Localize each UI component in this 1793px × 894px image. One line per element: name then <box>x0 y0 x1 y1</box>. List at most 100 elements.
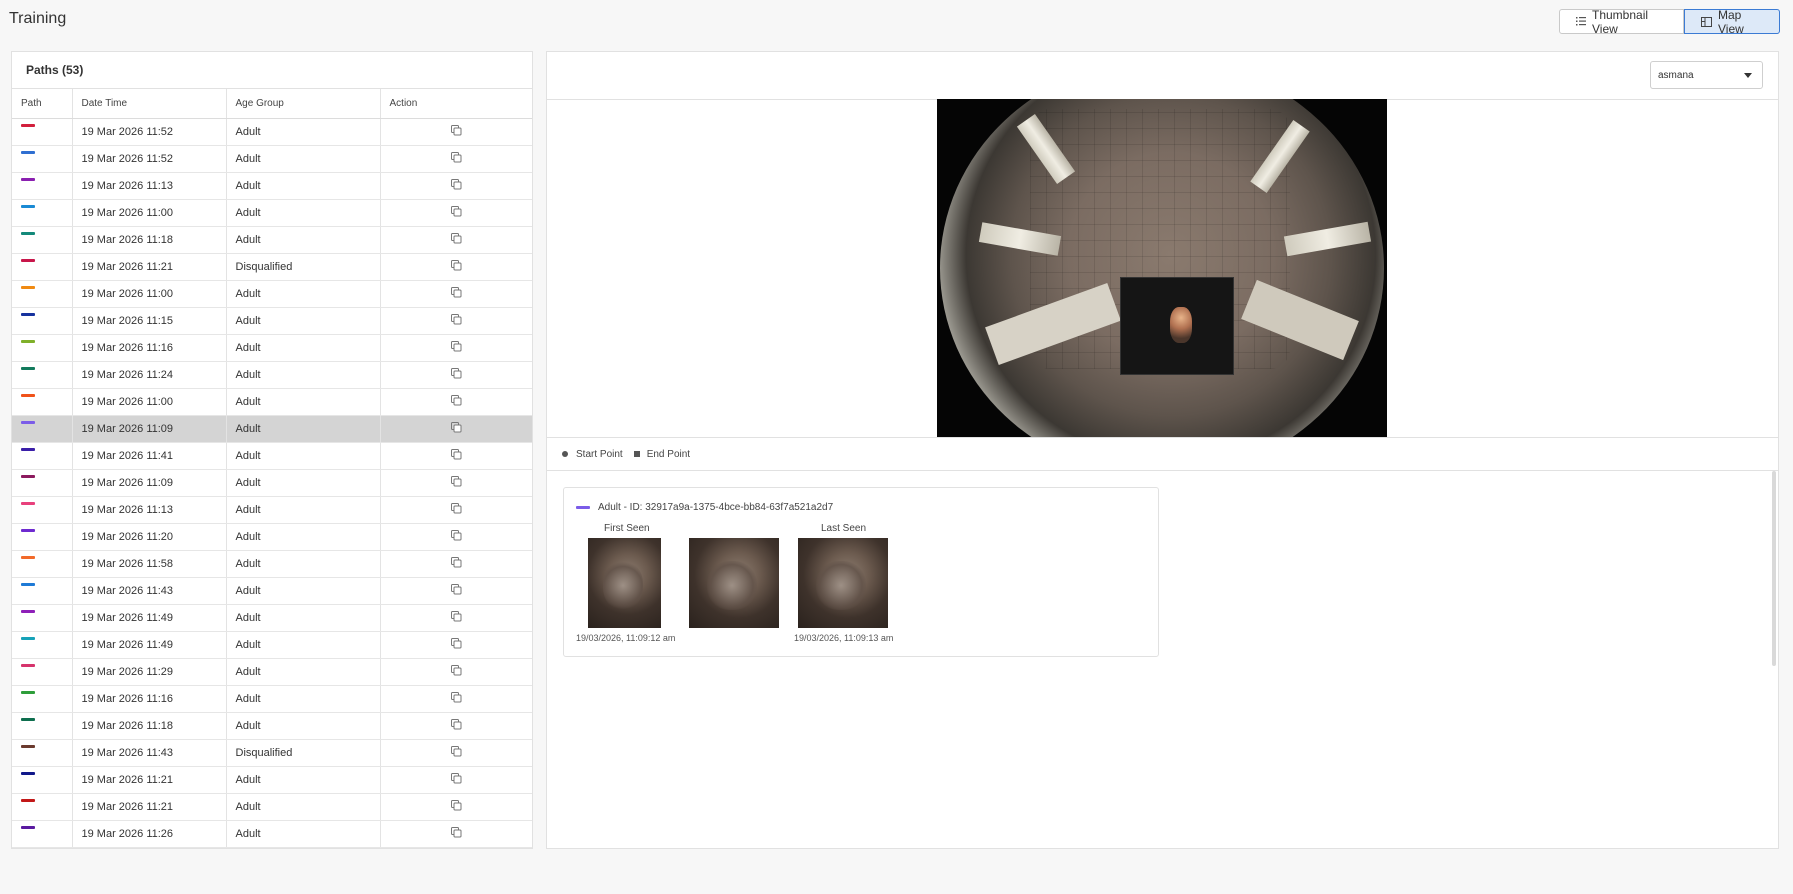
counter <box>1241 279 1359 361</box>
table-row[interactable]: 19 Mar 2026 11:43 Disqualified <box>12 739 532 767</box>
column-header-action: Action <box>380 89 532 119</box>
copy-icon[interactable] <box>450 638 462 652</box>
table-row[interactable]: 19 Mar 2026 11:18 Adult <box>12 712 532 740</box>
pillar <box>1250 120 1310 193</box>
copy-icon[interactable] <box>450 341 462 355</box>
copy-icon[interactable] <box>450 287 462 301</box>
table-row[interactable]: 19 Mar 2026 11:00 Adult <box>12 199 532 227</box>
copy-icon[interactable] <box>450 665 462 679</box>
date-time-cell: 19 Mar 2026 11:09 <box>72 469 227 497</box>
camera-select[interactable]: asmana <box>1650 61 1763 89</box>
path-color-cell <box>12 631 73 659</box>
table-row[interactable]: 19 Mar 2026 11:09 Adult <box>12 415 532 443</box>
copy-icon[interactable] <box>450 179 462 193</box>
table-row[interactable]: 19 Mar 2026 11:09 Adult <box>12 469 532 497</box>
table-row[interactable]: 19 Mar 2026 11:00 Adult <box>12 388 532 416</box>
table-row[interactable]: 19 Mar 2026 11:43 Adult <box>12 577 532 605</box>
path-line-icon <box>21 826 35 829</box>
copy-icon[interactable] <box>450 476 462 490</box>
last-seen-thumbnail[interactable] <box>798 538 888 628</box>
copy-icon[interactable] <box>450 260 462 274</box>
paths-panel: Paths (53) Path Date Time Age Group Acti… <box>11 51 533 849</box>
table-row[interactable]: 19 Mar 2026 11:49 Adult <box>12 631 532 659</box>
table-row[interactable]: 19 Mar 2026 11:16 Adult <box>12 334 532 362</box>
date-time-cell: 19 Mar 2026 11:20 <box>72 523 227 551</box>
copy-icon[interactable] <box>450 422 462 436</box>
action-cell <box>380 361 532 389</box>
path-color-line <box>576 506 590 509</box>
copy-icon[interactable] <box>450 611 462 625</box>
table-row[interactable]: 19 Mar 2026 11:49 Adult <box>12 604 532 632</box>
column-header-date-time[interactable]: Date Time <box>72 89 227 119</box>
path-color-cell <box>12 172 73 200</box>
paths-table: Path Date Time Age Group Action 19 Mar 2… <box>12 89 532 848</box>
path-color-cell <box>12 739 73 767</box>
camera-map-image[interactable] <box>937 99 1387 437</box>
date-time-cell: 19 Mar 2026 11:18 <box>72 226 227 254</box>
first-seen-thumbnail[interactable] <box>588 538 661 628</box>
copy-icon[interactable] <box>450 773 462 787</box>
date-time-cell: 19 Mar 2026 11:26 <box>72 820 227 848</box>
table-row[interactable]: 19 Mar 2026 11:52 Adult <box>12 118 532 146</box>
copy-icon[interactable] <box>450 503 462 517</box>
copy-icon[interactable] <box>450 449 462 463</box>
copy-icon[interactable] <box>450 152 462 166</box>
age-group-cell: Disqualified <box>226 739 381 767</box>
copy-icon[interactable] <box>450 206 462 220</box>
path-color-cell <box>12 361 73 389</box>
column-header-path[interactable]: Path <box>12 89 73 119</box>
date-time-cell: 19 Mar 2026 11:21 <box>72 766 227 794</box>
track-thumbnail[interactable] <box>689 538 779 628</box>
copy-icon[interactable] <box>450 719 462 733</box>
copy-icon[interactable] <box>450 584 462 598</box>
detail-scrollbar[interactable] <box>1772 471 1776 666</box>
action-cell <box>380 469 532 497</box>
table-row[interactable]: 19 Mar 2026 11:21 Adult <box>12 766 532 794</box>
pillar <box>1016 114 1076 184</box>
copy-icon[interactable] <box>450 827 462 841</box>
table-row[interactable]: 19 Mar 2026 11:21 Adult <box>12 793 532 821</box>
table-row[interactable]: 19 Mar 2026 11:21 Disqualified <box>12 253 532 281</box>
pillar <box>1283 221 1372 257</box>
copy-icon[interactable] <box>450 368 462 382</box>
table-row[interactable]: 19 Mar 2026 11:26 Adult <box>12 820 532 848</box>
copy-icon[interactable] <box>450 530 462 544</box>
map-icon <box>1701 16 1712 27</box>
action-cell <box>380 631 532 659</box>
date-time-cell: 19 Mar 2026 11:52 <box>72 118 227 146</box>
map-view-button[interactable]: Map View <box>1684 8 1780 36</box>
table-row[interactable]: 19 Mar 2026 11:13 Adult <box>12 496 532 524</box>
copy-icon[interactable] <box>450 314 462 328</box>
table-row[interactable]: 19 Mar 2026 11:52 Adult <box>12 145 532 173</box>
age-group-cell: Adult <box>226 307 381 335</box>
copy-icon[interactable] <box>450 233 462 247</box>
path-line-icon <box>21 475 35 478</box>
table-row[interactable]: 19 Mar 2026 11:29 Adult <box>12 658 532 686</box>
table-row[interactable]: 19 Mar 2026 11:15 Adult <box>12 307 532 335</box>
table-row[interactable]: 19 Mar 2026 11:13 Adult <box>12 172 532 200</box>
copy-icon[interactable] <box>450 746 462 760</box>
table-row[interactable]: 19 Mar 2026 11:41 Adult <box>12 442 532 470</box>
age-group-cell: Adult <box>226 145 381 173</box>
table-row[interactable]: 19 Mar 2026 11:00 Adult <box>12 280 532 308</box>
table-row[interactable]: 19 Mar 2026 11:58 Adult <box>12 550 532 578</box>
copy-icon[interactable] <box>450 395 462 409</box>
copy-icon[interactable] <box>450 800 462 814</box>
copy-icon[interactable] <box>450 557 462 571</box>
path-color-cell <box>12 820 73 848</box>
path-color-cell <box>12 118 73 146</box>
copy-icon[interactable] <box>450 692 462 706</box>
age-group-cell: Adult <box>226 334 381 362</box>
age-group-cell: Disqualified <box>226 253 381 281</box>
last-seen-timestamp: 19/03/2026, 11:09:13 am <box>794 633 894 643</box>
date-time-cell: 19 Mar 2026 11:41 <box>72 442 227 470</box>
thumbnail-view-button[interactable]: Thumbnail View <box>1559 8 1684 36</box>
table-row[interactable]: 19 Mar 2026 11:18 Adult <box>12 226 532 254</box>
table-row[interactable]: 19 Mar 2026 11:16 Adult <box>12 685 532 713</box>
path-color-cell <box>12 523 73 551</box>
copy-icon[interactable] <box>450 125 462 139</box>
action-cell <box>380 658 532 686</box>
table-row[interactable]: 19 Mar 2026 11:20 Adult <box>12 523 532 551</box>
table-row[interactable]: 19 Mar 2026 11:24 Adult <box>12 361 532 389</box>
column-header-age-group[interactable]: Age Group <box>226 89 381 119</box>
